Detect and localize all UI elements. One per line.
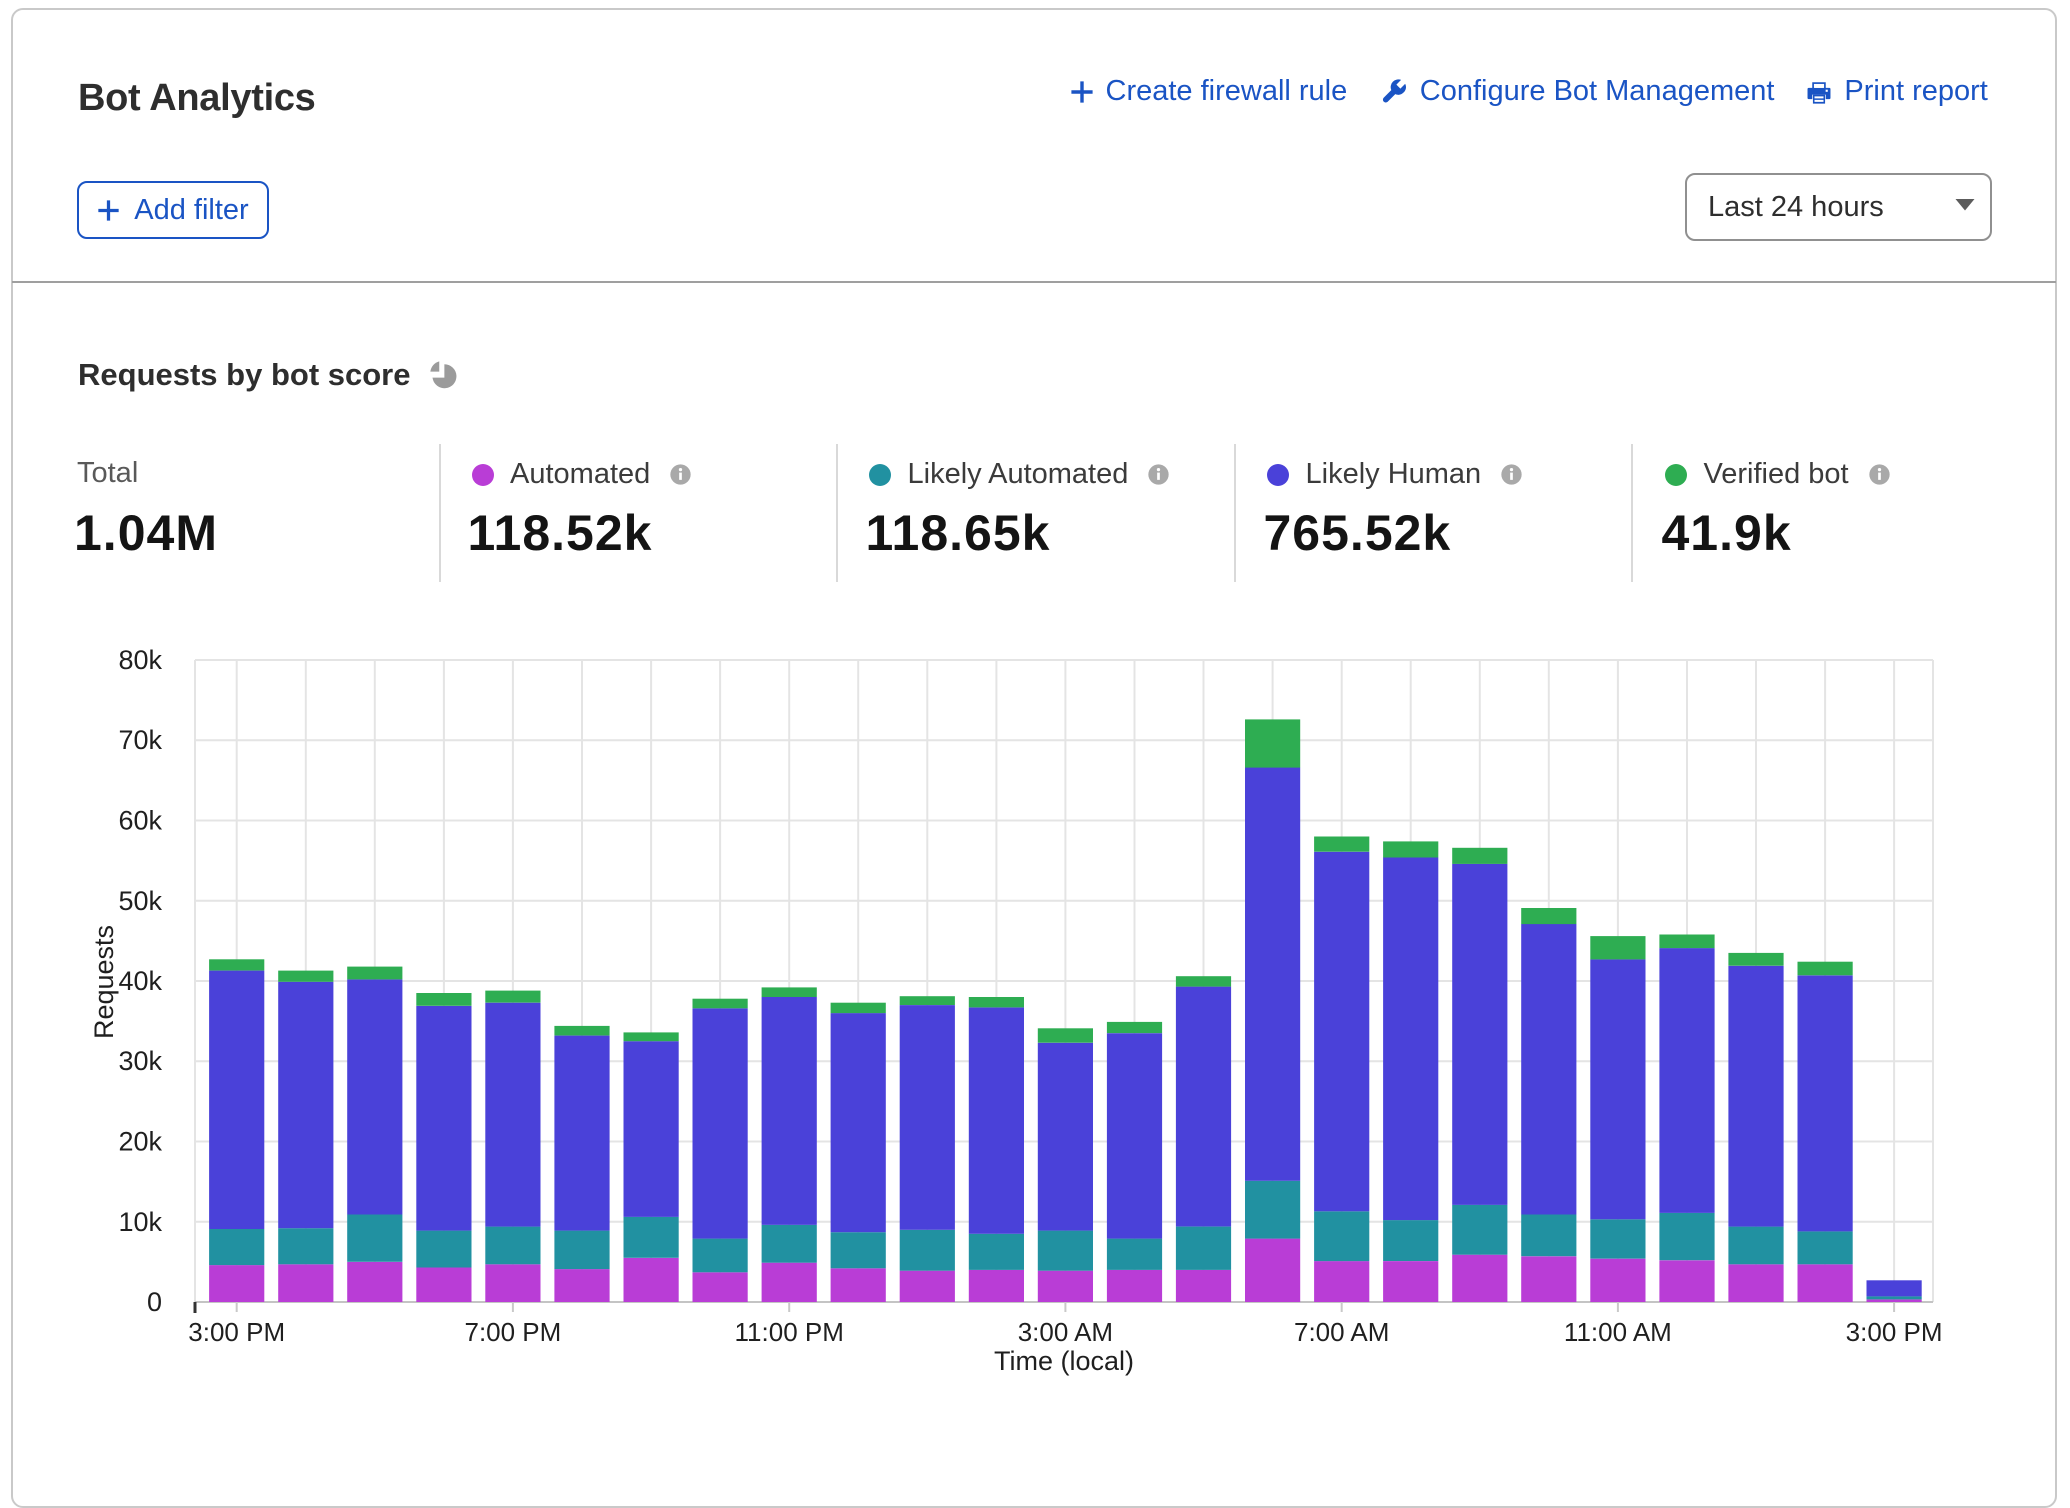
svg-text:3:00 AM: 3:00 AM xyxy=(1018,1317,1113,1347)
svg-text:10k: 10k xyxy=(118,1207,162,1237)
svg-text:0: 0 xyxy=(147,1287,162,1317)
svg-text:80k: 80k xyxy=(118,645,162,675)
svg-text:40k: 40k xyxy=(118,966,162,996)
svg-text:50k: 50k xyxy=(118,886,162,916)
svg-text:20k: 20k xyxy=(118,1127,162,1157)
svg-text:70k: 70k xyxy=(118,725,162,755)
svg-text:30k: 30k xyxy=(118,1046,162,1076)
svg-text:7:00 PM: 7:00 PM xyxy=(464,1317,561,1347)
svg-text:3:00 PM: 3:00 PM xyxy=(1846,1317,1943,1347)
svg-text:11:00 AM: 11:00 AM xyxy=(1564,1317,1672,1347)
svg-text:Requests: Requests xyxy=(89,925,119,1039)
svg-text:7:00 AM: 7:00 AM xyxy=(1294,1317,1389,1347)
svg-text:3:00 PM: 3:00 PM xyxy=(188,1317,285,1347)
svg-text:Time (local): Time (local) xyxy=(994,1346,1134,1376)
svg-text:11:00 PM: 11:00 PM xyxy=(735,1317,844,1347)
svg-text:60k: 60k xyxy=(118,806,162,836)
